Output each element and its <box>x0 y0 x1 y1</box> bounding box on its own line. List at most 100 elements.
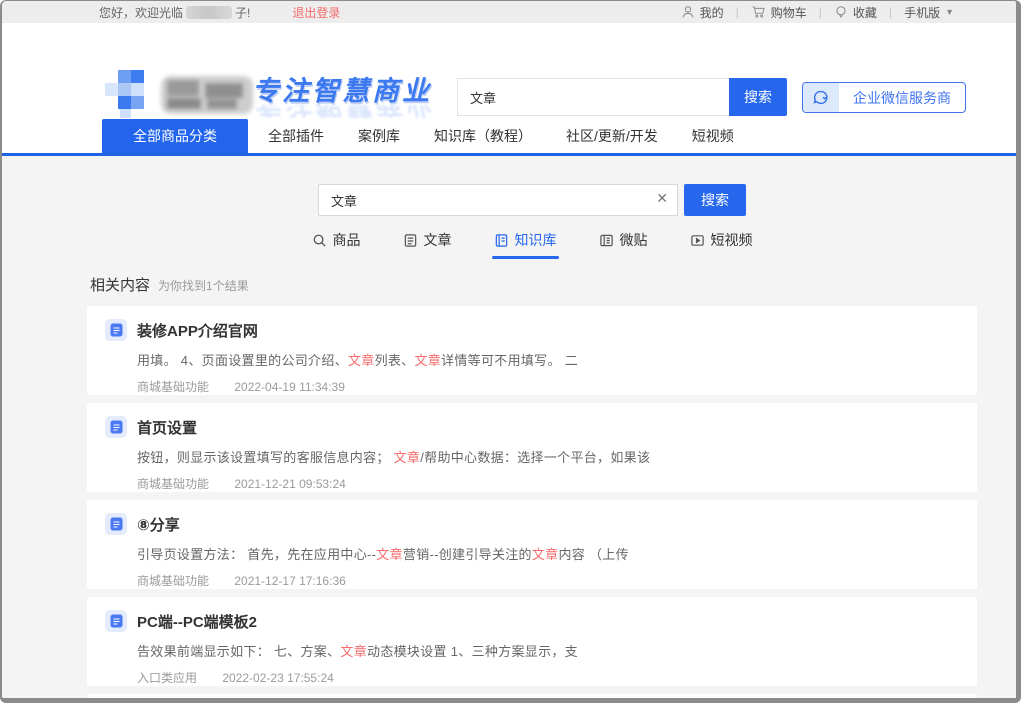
article-icon <box>403 233 418 248</box>
logout-link[interactable]: 退出登录 <box>292 4 340 21</box>
result-title[interactable]: 首页设置 <box>137 417 197 438</box>
nav-item-community[interactable]: 社区/更新/开发 <box>566 126 658 146</box>
wecom-button-label: 企业微信服务商 <box>839 83 965 112</box>
logo-name-blurred <box>161 76 253 114</box>
result-time: 2021-12-21 09:53:24 <box>234 477 345 491</box>
tab-weitie[interactable]: 微贴 <box>599 230 648 252</box>
divider: | <box>819 5 822 19</box>
search-icon <box>312 233 327 248</box>
user-icon <box>681 5 695 19</box>
header-search-input[interactable] <box>457 78 729 116</box>
result-title[interactable]: ⑧分享 <box>137 514 180 535</box>
browser-page: 您好，欢迎光临 子! 退出登录 我的 | 购物车 | 收藏 | 手机版 ▼ <box>0 0 1021 703</box>
video-icon <box>690 233 705 248</box>
document-icon <box>105 416 127 438</box>
result-search-button[interactable]: 搜索 <box>684 184 746 216</box>
wecom-chat-icon <box>803 83 839 112</box>
result-card[interactable]: PC端--前端页面 <box>87 694 977 703</box>
result-title-row: 装修APP介绍官网 <box>105 319 957 341</box>
document-icon <box>105 513 127 535</box>
header-search: 搜索 <box>457 78 787 116</box>
result-title-row: 首页设置 <box>105 416 957 438</box>
cart-link[interactable]: 购物车 <box>751 4 807 21</box>
results-count: 为你找到1个结果 <box>158 277 249 294</box>
welcome-text: 您好，欢迎光临 <box>99 4 183 21</box>
result-snippet: 引导页设置方法： 首先，先在应用中心--文章营销--创建引导关注的文章内容 （上… <box>137 544 957 563</box>
result-title-row: PC端--PC端模板2 <box>105 610 957 632</box>
result-snippet: 用填。 4、页面设置里的公司介绍、文章列表、文章详情等可不用填写。 二 <box>137 350 957 369</box>
favorites-link[interactable]: 收藏 <box>834 4 877 21</box>
divider: | <box>889 5 892 19</box>
tab-goods[interactable]: 商品 <box>312 230 361 252</box>
result-meta: 商城基础功能 2021-12-21 09:53:24 <box>137 475 957 492</box>
nav-item-cases[interactable]: 案例库 <box>358 126 400 146</box>
tab-weitie-label: 微贴 <box>620 230 648 250</box>
results-heading: 相关内容 <box>90 274 150 295</box>
result-search-input[interactable] <box>318 184 678 216</box>
topbar-links: 我的 | 购物车 | 收藏 | 手机版 ▼ <box>681 4 954 21</box>
tagline-reflection: 专注智慧商业 <box>252 105 432 118</box>
cart-icon <box>751 5 766 19</box>
tab-articles[interactable]: 文章 <box>403 230 452 252</box>
result-category: 商城基础功能 <box>137 574 209 588</box>
nav-item-knowledge[interactable]: 知识库（教程） <box>434 126 532 146</box>
favorite-icon <box>834 5 848 19</box>
tab-shortvideo[interactable]: 短视频 <box>690 230 753 252</box>
result-title-row: ⑧分享 <box>105 513 957 535</box>
cart-label: 购物车 <box>771 4 807 21</box>
knowledge-icon <box>494 233 509 248</box>
my-account-link[interactable]: 我的 <box>681 4 724 21</box>
my-account-label: 我的 <box>700 4 724 21</box>
nav-item-shortvideo[interactable]: 短视频 <box>692 126 734 146</box>
document-icon <box>105 319 127 341</box>
results-header: 相关内容 为你找到1个结果 <box>87 274 977 295</box>
brand-tagline: 专注智慧商业 专注智慧商业 <box>252 78 432 118</box>
result-list: 装修APP介绍官网 用填。 4、页面设置里的公司介绍、文章列表、文章详情等可不用… <box>87 306 977 703</box>
tab-knowledge[interactable]: 知识库 <box>494 230 557 252</box>
nav-item-plugins[interactable]: 全部插件 <box>268 126 324 146</box>
result-snippet: 按钮，则显示该设置填写的客服信息内容； 文章/帮助中心数据：选择一个平台，如果该 <box>137 447 957 466</box>
result-card[interactable]: PC端--PC端模板2 告效果前端显示如下： 七、方案、文章动态模块设置 1、三… <box>87 597 977 686</box>
result-search-bar: ✕ 搜索 <box>87 184 977 216</box>
mobile-version-label: 手机版 <box>904 4 940 21</box>
tab-goods-label: 商品 <box>333 230 361 250</box>
tab-knowledge-label: 知识库 <box>515 230 557 250</box>
result-time: 2022-02-23 17:55:24 <box>222 671 333 685</box>
logo-plus-mosaic <box>105 70 144 118</box>
result-snippet: 告效果前端显示如下： 七、方案、文章动态模块设置 1、三种方案显示，支 <box>137 641 957 660</box>
site-header: 专注智慧商业 专注智慧商业 搜索 企业微信服务商 <box>2 23 1016 119</box>
result-card[interactable]: 首页设置 按钮，则显示该设置填写的客服信息内容； 文章/帮助中心数据：选择一个平… <box>87 403 977 492</box>
tagline-text: 专注智慧商业 <box>252 78 432 105</box>
welcome-suffix: 子! <box>235 4 250 21</box>
result-card[interactable]: 装修APP介绍官网 用填。 4、页面设置里的公司介绍、文章列表、文章详情等可不用… <box>87 306 977 395</box>
favorites-label: 收藏 <box>853 4 877 21</box>
tab-articles-label: 文章 <box>424 230 452 250</box>
search-results-page: ✕ 搜索 商品 文章 知识库 微贴 <box>2 156 1016 701</box>
result-category: 商城基础功能 <box>137 477 209 491</box>
site-logo[interactable] <box>105 70 257 125</box>
result-time: 2021-12-17 17:16:36 <box>234 574 345 588</box>
tab-shortvideo-label: 短视频 <box>711 230 753 250</box>
result-meta: 商城基础功能 2021-12-17 17:16:36 <box>137 572 957 589</box>
result-category: 商城基础功能 <box>137 380 209 394</box>
username-blurred <box>186 6 232 19</box>
header-search-button[interactable]: 搜索 <box>729 78 787 116</box>
result-type-tabs: 商品 文章 知识库 微贴 短视频 <box>87 230 977 252</box>
result-title[interactable]: PC端--PC端模板2 <box>137 611 257 632</box>
nav-items: 全部插件 案例库 知识库（教程） 社区/更新/开发 短视频 <box>268 119 734 153</box>
welcome-area: 您好，欢迎光临 子! 退出登录 <box>99 4 340 21</box>
result-card[interactable]: ⑧分享 引导页设置方法： 首先，先在应用中心--文章营销--创建引导关注的文章内… <box>87 500 977 589</box>
post-icon <box>599 233 614 248</box>
result-meta: 商城基础功能 2022-04-19 11:34:39 <box>137 378 957 395</box>
mobile-version-menu[interactable]: 手机版 ▼ <box>904 4 954 21</box>
clear-icon[interactable]: ✕ <box>656 191 668 205</box>
divider: | <box>736 5 739 19</box>
result-category: 入口类应用 <box>137 671 197 685</box>
caret-down-icon: ▼ <box>945 7 954 17</box>
result-title[interactable]: 装修APP介绍官网 <box>137 320 258 341</box>
top-utility-bar: 您好，欢迎光临 子! 退出登录 我的 | 购物车 | 收藏 | 手机版 ▼ <box>2 1 1016 23</box>
result-time: 2022-04-19 11:34:39 <box>234 380 345 394</box>
document-icon <box>105 610 127 632</box>
wecom-service-button[interactable]: 企业微信服务商 <box>802 82 966 113</box>
result-meta: 入口类应用 2022-02-23 17:55:24 <box>137 669 957 686</box>
